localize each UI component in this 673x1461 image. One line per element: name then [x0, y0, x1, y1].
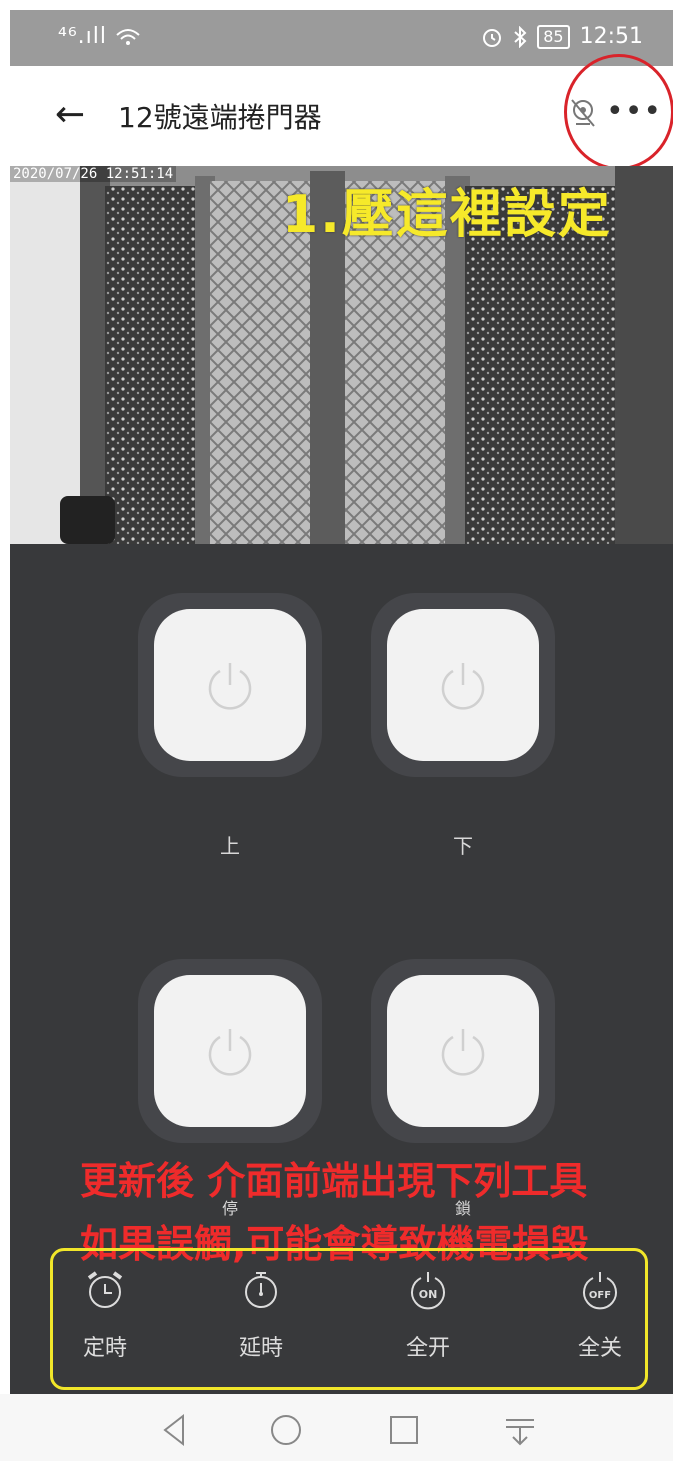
up-button[interactable] [154, 609, 306, 761]
power-icon [441, 1029, 485, 1076]
alarm-icon [483, 28, 502, 47]
lock-button[interactable] [387, 975, 539, 1127]
status-right: 85 12:51 [481, 24, 643, 49]
down-label: 下 [453, 834, 473, 858]
tool-all-on[interactable]: ON 全开 [373, 1270, 483, 1362]
back-triangle-icon[interactable] [155, 1410, 195, 1450]
stop-button[interactable] [154, 975, 306, 1127]
svg-text:ON: ON [419, 1288, 438, 1301]
alarm-clock-icon [87, 1271, 123, 1308]
status-bar: ⁴⁶.ıll 85 12:51 [10, 10, 673, 66]
power-on-icon: ON [411, 1272, 445, 1310]
tool-all-off-label: 全关 [577, 1336, 622, 1361]
status-time: 12:51 [579, 24, 643, 49]
bluetooth-icon [514, 25, 527, 48]
button-stop-frame [138, 959, 322, 1143]
tool-all-on-label: 全开 [405, 1336, 450, 1361]
home-circle-icon[interactable] [266, 1410, 306, 1450]
stopwatch-icon [245, 1272, 277, 1308]
highlight-circle [564, 54, 673, 170]
down-button[interactable] [387, 609, 539, 761]
annotation-note-1: 更新後 介面前端出現下列工具 [80, 1159, 588, 1203]
signal-text: ⁴⁶.ıll [58, 24, 107, 49]
svg-text:OFF: OFF [589, 1290, 611, 1301]
tool-timer[interactable]: 定時 [50, 1270, 160, 1362]
tool-timer-label: 定時 [82, 1336, 127, 1361]
power-icon [208, 663, 252, 710]
back-arrow-icon[interactable]: ← [55, 94, 85, 135]
system-nav-bar [0, 1394, 673, 1461]
power-icon [208, 1029, 252, 1076]
video-timestamp: 2020/07/26 12:51:14 [10, 166, 177, 182]
tool-delay-label: 延時 [238, 1336, 283, 1361]
signal-indicator: ⁴⁶.ıll [58, 24, 141, 49]
recents-square-icon[interactable] [384, 1410, 424, 1450]
annotation-step-1: 1.壓這裡設定 [282, 185, 612, 245]
battery-level: 85 [537, 24, 570, 49]
up-label: 上 [220, 834, 240, 858]
tool-delay[interactable]: 延時 [206, 1270, 316, 1362]
power-off-icon: OFF [583, 1272, 617, 1310]
tool-all-off[interactable]: OFF 全关 [545, 1270, 655, 1362]
button-lock-frame [371, 959, 555, 1143]
wifi-icon [116, 29, 140, 45]
page-title: 12號遠端捲門器 [118, 101, 322, 134]
notification-pull-icon[interactable] [500, 1410, 540, 1450]
button-up-frame [138, 593, 322, 777]
power-icon [441, 663, 485, 710]
button-down-frame [371, 593, 555, 777]
